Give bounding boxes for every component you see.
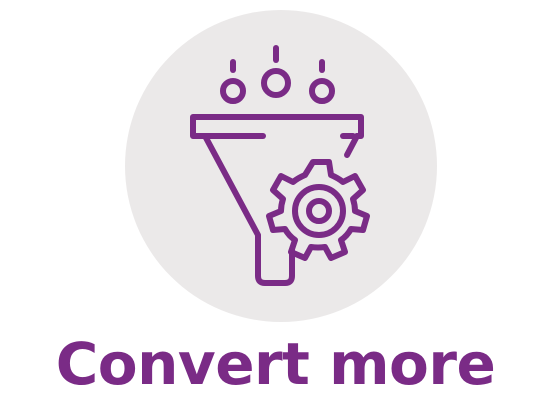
funnel-gear-icon	[190, 45, 370, 286]
caption-text: Convert more	[55, 330, 496, 398]
drop-circle-right	[309, 78, 335, 104]
gear-outline	[266, 159, 370, 261]
drop-circle-left	[220, 78, 246, 104]
convert-more-card: Convert more	[0, 0, 551, 405]
drop-circle-center	[261, 68, 291, 98]
gear-inner-ring	[292, 184, 346, 238]
gear-hub	[306, 198, 332, 224]
